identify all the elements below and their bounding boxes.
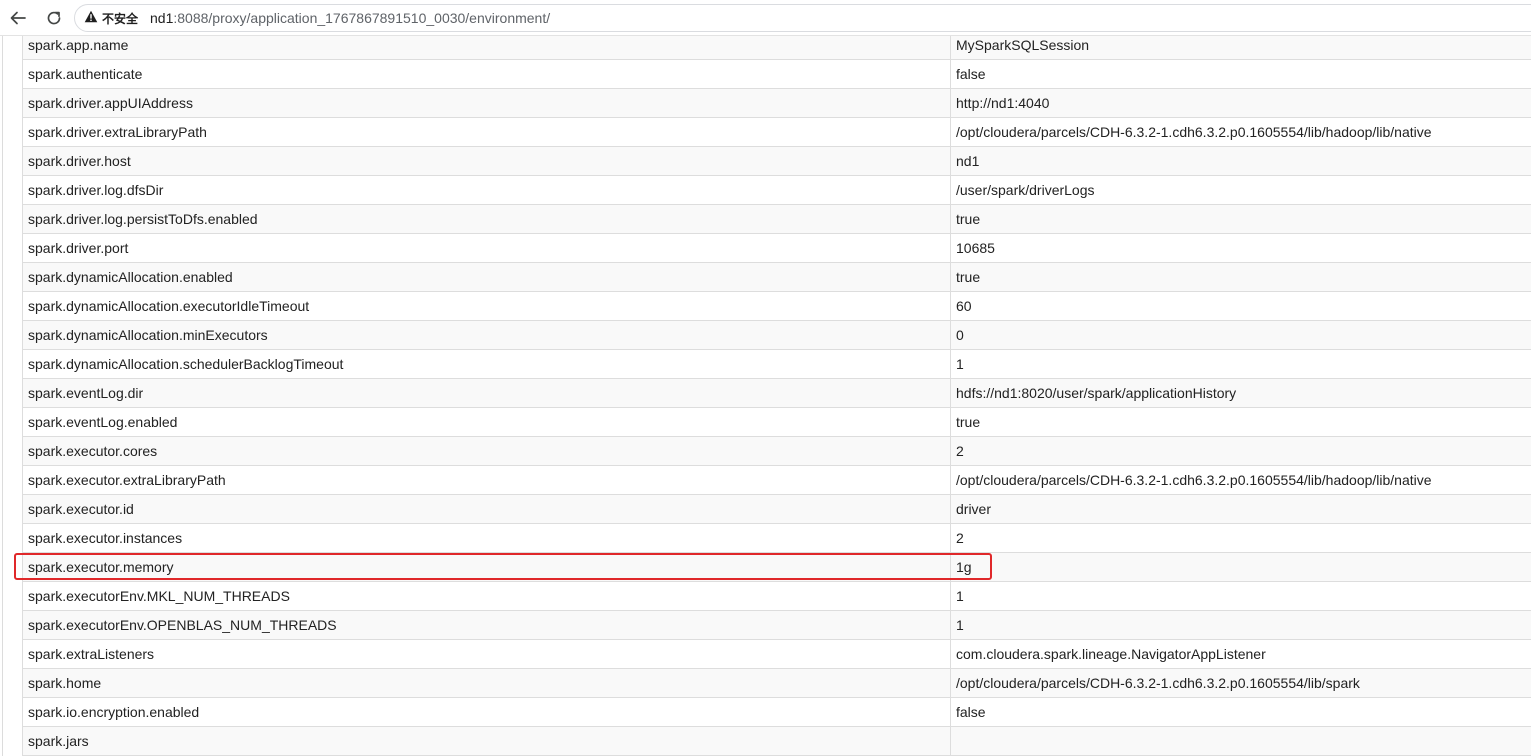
property-name: spark.authenticate <box>22 59 951 89</box>
property-name: spark.executor.extraLibraryPath <box>22 465 951 495</box>
property-value: nd1 <box>950 146 1531 176</box>
table-row: spark.driver.extraLibraryPath/opt/cloude… <box>22 117 1531 147</box>
reload-button[interactable] <box>40 4 68 32</box>
table-row: spark.dynamicAllocation.executorIdleTime… <box>22 291 1531 321</box>
property-value: hdfs://nd1:8020/user/spark/applicationHi… <box>950 378 1531 408</box>
table-row: spark.executor.instances 2 <box>22 523 1531 553</box>
property-value: /opt/cloudera/parcels/CDH-6.3.2-1.cdh6.3… <box>950 117 1531 147</box>
properties-table-body: spark.app.name MySparkSQLSession spark.aut… <box>22 36 1531 756</box>
property-name: spark.executor.id <box>22 494 951 524</box>
table-row: spark.io.encryption.enabled false <box>22 697 1531 727</box>
page-content: spark.app.name MySparkSQLSession spark.aut… <box>0 36 1531 756</box>
property-name: spark.executor.cores <box>22 436 951 466</box>
property-value: 1 <box>950 349 1531 379</box>
table-row: spark.dynamicAllocation.minExecutors 0 <box>22 320 1531 350</box>
property-name: spark.executorEnv.OPENBLAS_NUM_THREADS <box>22 610 951 640</box>
property-value: /opt/cloudera/parcels/CDH-6.3.2-1.cdh6.3… <box>950 465 1531 495</box>
table-row: spark.dynamicAllocation.schedulerBacklog… <box>22 349 1531 379</box>
property-name: spark.driver.log.dfsDir <box>22 175 951 205</box>
property-name: spark.driver.log.persistToDfs.enabled <box>22 204 951 234</box>
table-row: spark.executor.id driver <box>22 494 1531 524</box>
property-value: driver <box>950 494 1531 524</box>
property-name: spark.dynamicAllocation.executorIdleTime… <box>22 291 951 321</box>
property-name: spark.driver.port <box>22 233 951 263</box>
table-row: spark.app.name MySparkSQLSession <box>22 36 1531 60</box>
table-row: spark.driver.log.dfsDir/user/spark/drive… <box>22 175 1531 205</box>
property-value: 60 <box>950 291 1531 321</box>
property-name: spark.executor.memory <box>22 552 951 582</box>
table-row: spark.executorEnv.OPENBLAS_NUM_THREADS 1 <box>22 610 1531 640</box>
property-name: spark.driver.extraLibraryPath <box>22 117 951 147</box>
reload-icon <box>45 9 63 27</box>
property-value: http://nd1:4040 <box>950 88 1531 118</box>
table-row: spark.executorEnv.MKL_NUM_THREADS 1 <box>22 581 1531 611</box>
table-row: spark.executor.memory 1g <box>22 552 1531 582</box>
property-name: spark.extraListeners <box>22 639 951 669</box>
table-row: spark.authenticate false <box>22 59 1531 89</box>
back-button[interactable] <box>4 4 32 32</box>
table-row: spark.driver.log.persistToDfs.enabled tru… <box>22 204 1531 234</box>
property-name: spark.io.encryption.enabled <box>22 697 951 727</box>
property-name: spark.eventLog.dir <box>22 378 951 408</box>
property-name: spark.driver.appUIAddress <box>22 88 951 118</box>
property-value: 10685 <box>950 233 1531 263</box>
property-value: MySparkSQLSession <box>950 36 1531 60</box>
arrow-left-icon <box>9 9 27 27</box>
property-value: 1 <box>950 581 1531 611</box>
table-row: spark.driver.appUIAddress http://nd1:4040 <box>22 88 1531 118</box>
table-row: spark.eventLog.enabled true <box>22 407 1531 437</box>
address-bar[interactable]: 不安全 nd1:8088/proxy/application_176786789… <box>74 4 1531 32</box>
property-name: spark.executor.instances <box>22 523 951 553</box>
url-path: :8088/proxy/application_1767867891510_00… <box>173 10 551 26</box>
property-name: spark.dynamicAllocation.minExecutors <box>22 320 951 350</box>
table-row: spark.executor.cores 2 <box>22 436 1531 466</box>
property-value: 0 <box>950 320 1531 350</box>
property-value: com.cloudera.spark.lineage.NavigatorAppL… <box>950 639 1531 669</box>
table-row: spark.driver.host nd1 <box>22 146 1531 176</box>
property-name: spark.dynamicAllocation.enabled <box>22 262 951 292</box>
property-name: spark.app.name <box>22 36 951 60</box>
property-name: spark.dynamicAllocation.schedulerBacklog… <box>22 349 951 379</box>
table-row: spark.jars <box>22 726 1531 756</box>
property-value: false <box>950 697 1531 727</box>
property-name: spark.executorEnv.MKL_NUM_THREADS <box>22 581 951 611</box>
property-value: 2 <box>950 523 1531 553</box>
security-label: 不安全 <box>102 11 139 26</box>
property-name: spark.home <box>22 668 951 698</box>
property-value: true <box>950 407 1531 437</box>
property-name: spark.eventLog.enabled <box>22 407 951 437</box>
warning-triangle-icon <box>84 10 98 26</box>
property-value: 1g <box>950 552 1531 582</box>
table-row: spark.driver.port 10685 <box>22 233 1531 263</box>
property-value <box>950 726 1531 756</box>
table-row: spark.home/opt/cloudera/parcels/CDH-6.3.… <box>22 668 1531 698</box>
spark-properties-table: spark.app.name MySparkSQLSession spark.aut… <box>22 36 1531 756</box>
property-value: /opt/cloudera/parcels/CDH-6.3.2-1.cdh6.3… <box>950 668 1531 698</box>
page-border <box>2 36 3 756</box>
property-name: spark.driver.host <box>22 146 951 176</box>
property-value: 1 <box>950 610 1531 640</box>
property-value: true <box>950 204 1531 234</box>
browser-toolbar: 不安全 nd1:8088/proxy/application_176786789… <box>0 0 1531 36</box>
property-value: false <box>950 59 1531 89</box>
property-value: /user/spark/driverLogs <box>950 175 1531 205</box>
table-row: spark.executor.extraLibraryPath/opt/clou… <box>22 465 1531 495</box>
table-row: spark.extraListeners com.cloudera.spark.l… <box>22 639 1531 669</box>
property-value: true <box>950 262 1531 292</box>
property-value: 2 <box>950 436 1531 466</box>
url-host: nd1 <box>150 10 174 26</box>
security-indicator[interactable]: 不安全 <box>84 10 138 27</box>
table-row: spark.dynamicAllocation.enabled true <box>22 262 1531 292</box>
property-name: spark.jars <box>22 726 951 756</box>
table-row: spark.eventLog.dir hdfs://nd1:8020/user/s… <box>22 378 1531 408</box>
